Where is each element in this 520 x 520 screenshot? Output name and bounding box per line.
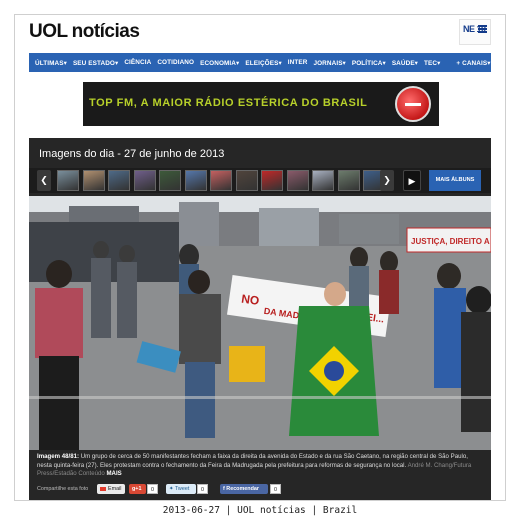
email-icon <box>100 486 106 491</box>
gallery-thumbnail[interactable] <box>108 170 130 191</box>
photo-building <box>179 202 219 252</box>
facebook-count: 0 <box>270 484 281 494</box>
photo-brazil-flag-globe <box>324 361 344 381</box>
advertisement-banner[interactable]: TOP FM, A MAIOR RÁDIO ESTÉRICA DO BRASIL <box>83 82 439 126</box>
facebook-icon: f <box>223 486 225 492</box>
share-tweet-button[interactable]: ✦ Tweet <box>166 484 196 494</box>
nav-item-mais-canais[interactable]: + CANAIS▾ <box>456 59 490 67</box>
masthead: UOL notícias NE 10 <box>15 15 505 51</box>
photo-sitting-man-yellow <box>229 346 265 382</box>
ne10-logo-bar <box>478 25 487 27</box>
nav-item-jornais[interactable]: JORNAIS▾ <box>313 59 345 67</box>
photo-building <box>259 208 319 248</box>
photo-person <box>324 282 346 306</box>
photo-building <box>339 214 399 244</box>
photo-road-marking <box>29 396 491 399</box>
gallery-thumbnail[interactable] <box>184 170 207 191</box>
share-bar: Compartilhe esta foto Email g+1 0 ✦ Twee… <box>37 484 483 496</box>
twitter-bird-icon: ✦ <box>169 486 174 492</box>
nav-item-saude[interactable]: SAÚDE▾ <box>392 59 418 67</box>
logo-brand: UOL <box>29 21 68 42</box>
photo-protest-sign-text-left: NO <box>240 292 260 308</box>
photo-person <box>46 260 72 288</box>
photo-person <box>379 270 399 314</box>
share-facebook-label: Recomendar <box>226 486 259 492</box>
photo-person <box>466 286 491 314</box>
photo-person <box>350 247 368 269</box>
photo-person <box>91 258 111 338</box>
photo-person <box>349 266 369 310</box>
caption-text: Um grupo de cerca de 50 manifestantes fe… <box>37 453 468 469</box>
photo-gallery: Imagens do dia - 27 de junho de 2013 ❮ ❯… <box>29 138 491 500</box>
share-email-label: Email <box>108 486 122 492</box>
gallery-thumbnail[interactable] <box>312 170 334 191</box>
image-footer-caption: 2013-06-27 | UOL notícias | Brazil <box>162 505 358 516</box>
slideshow-play-button[interactable]: ▶ <box>403 170 421 191</box>
logo-section: notícias <box>71 21 140 42</box>
photo-person <box>380 251 398 273</box>
share-email-button[interactable]: Email <box>97 484 125 494</box>
nav-item-ciencia[interactable]: CIÊNCIA <box>124 59 151 66</box>
play-icon: ▶ <box>408 176 416 186</box>
nav-item-eleicoes[interactable]: ELEIÇÕES▾ <box>245 59 281 67</box>
photo-banner-text: JUSTIÇA, DIREITO A TRABALHAR <box>411 237 491 246</box>
share-tweet-label: Tweet <box>174 486 190 492</box>
share-facebook-button[interactable]: f Recomendar <box>220 484 268 494</box>
photo-person <box>188 270 210 294</box>
photo-person <box>179 294 221 364</box>
photo-person <box>93 241 109 259</box>
ad-text: TOP FM, A MAIOR RÁDIO ESTÉRICA DO BRASIL <box>89 97 368 109</box>
protest-photo-illustration: JUSTIÇA, DIREITO A TRABALHAR NO DA MADRU… <box>29 196 491 450</box>
more-albums-button[interactable]: MAIS ÁLBUNS <box>429 170 481 191</box>
gallery-main-photo[interactable]: JUSTIÇA, DIREITO A TRABALHAR NO DA MADRU… <box>29 196 491 450</box>
nav-item-tec[interactable]: TEC▾ <box>424 59 440 67</box>
gplus-count: 0 <box>147 484 158 494</box>
nav-item-economia[interactable]: ECONOMIA▾ <box>200 59 239 67</box>
nav-item-cotidiano[interactable]: COTIDIANO <box>157 59 194 66</box>
uol-noticias-logo[interactable]: UOL notícias <box>29 21 140 43</box>
share-gplus-button[interactable]: g+1 <box>129 484 146 494</box>
photo-man-plaid-shirt <box>35 260 83 450</box>
gallery-thumbnail[interactable] <box>82 170 105 191</box>
gallery-thumbnail[interactable] <box>235 170 258 191</box>
thumbnail-strip: ❮ ❯ ▶ MAIS ÁLBUNS <box>29 168 491 193</box>
gallery-thumbnail[interactable] <box>57 170 79 191</box>
photo-person <box>437 263 461 289</box>
photo-person <box>39 356 79 450</box>
main-navigation: ÚLTIMAS▾ SEU ESTADO▾ CIÊNCIA COTIDIANO E… <box>29 53 491 72</box>
gallery-thumbnail[interactable] <box>261 170 283 191</box>
thumbnails-prev-button[interactable]: ❮ <box>37 170 51 191</box>
gallery-thumbnail[interactable] <box>133 170 156 191</box>
nav-item-politica[interactable]: POLÍTICA▾ <box>352 59 386 67</box>
gallery-thumbnail[interactable] <box>286 170 309 191</box>
caption-more-link[interactable]: MAIS <box>106 470 121 477</box>
photo-person <box>461 312 491 432</box>
share-label: Compartilhe esta foto <box>37 486 89 492</box>
photo-person <box>117 262 137 338</box>
chevron-left-icon: ❮ <box>40 175 48 185</box>
photo-person <box>119 245 135 263</box>
photo-caption: Imagem 48/81: Um grupo de cerca de 50 ma… <box>37 453 483 479</box>
gallery-thumbnail[interactable] <box>337 170 360 191</box>
gallery-thumbnail[interactable] <box>159 170 181 191</box>
caption-image-counter: Imagem 48/81: <box>37 453 80 460</box>
thumbnails-next-button[interactable]: ❯ <box>380 170 394 191</box>
ne10-logo-bar <box>478 31 487 33</box>
page-frame: UOL notícias NE 10 ÚLTIMAS▾ SEU ESTADO▾ C… <box>14 14 506 501</box>
nav-item-inter[interactable]: INTER <box>288 59 308 66</box>
photo-person <box>35 288 83 358</box>
gallery-thumbnail[interactable] <box>210 170 232 191</box>
ne10-logo-bar <box>478 28 487 30</box>
photo-man-gray-shirt <box>179 270 221 438</box>
gallery-title: Imagens do dia - 27 de junho de 2013 <box>39 148 225 160</box>
nav-item-seu-estado[interactable]: SEU ESTADO▾ <box>73 59 118 67</box>
photo-person <box>185 362 215 438</box>
nav-item-ultimas[interactable]: ÚLTIMAS▾ <box>35 59 67 67</box>
tweet-count: 0 <box>197 484 208 494</box>
ne10-partner-logo[interactable]: NE 10 <box>459 19 491 45</box>
chevron-right-icon: ❯ <box>383 175 391 185</box>
ad-play-badge-icon <box>395 86 431 122</box>
